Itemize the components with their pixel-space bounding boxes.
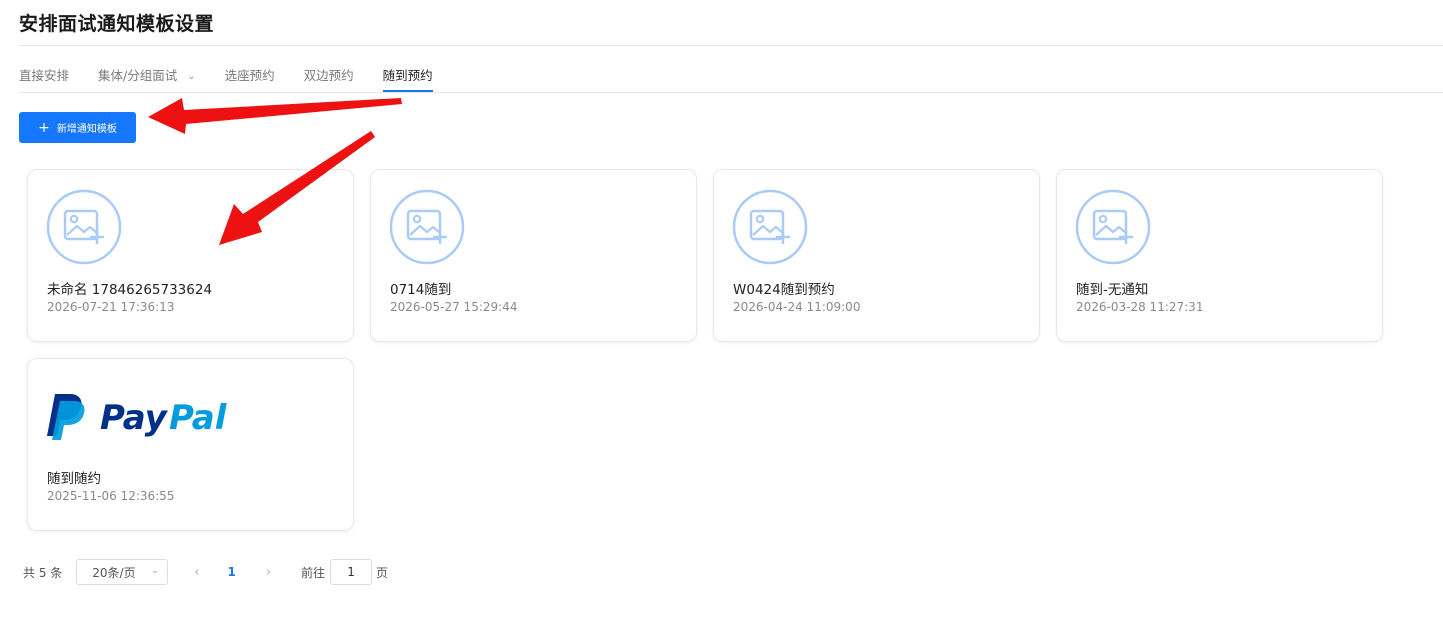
page-size-value: 20条/页	[92, 565, 136, 580]
paypal-logo: Pay Pal	[47, 394, 228, 440]
goto-label: 前往	[301, 565, 326, 580]
svg-text:Pal: Pal	[169, 398, 228, 438]
title-divider	[19, 45, 1443, 46]
tab-label: 随到预约	[382, 68, 433, 83]
tab-label: 直接安排	[19, 68, 70, 83]
pagination: 共 5 条 20条/页 ⌄ ‹ 1 › 前往 页	[23, 558, 388, 586]
template-name: 随到随约	[47, 471, 101, 487]
template-time: 2026-03-28 11:27:31	[1076, 300, 1204, 314]
prev-page-button[interactable]: ‹	[194, 565, 199, 580]
template-time: 2026-04-24 11:09:00	[733, 300, 861, 314]
template-card[interactable]: Pay Pal 随到随约 2025-11-06 12:36:55	[27, 358, 354, 531]
tab-bilateral-booking[interactable]: 双边预约	[304, 66, 354, 92]
template-name: 0714随到	[390, 282, 452, 298]
tab-label: 双边预约	[303, 68, 354, 83]
tab-direct-arrange[interactable]: 直接安排	[19, 66, 69, 92]
template-card[interactable]: W0424随到预约 2026-04-24 11:09:00	[713, 169, 1040, 342]
add-template-label: 新增通知模板	[56, 124, 117, 135]
annotation-arrow-icon	[148, 98, 402, 134]
template-card[interactable]: 未命名 17846265733624 2026-07-21 17:36:13	[27, 169, 354, 342]
chevron-down-icon: ⌄	[187, 71, 196, 82]
tab-label: 集体/分组面试	[98, 68, 178, 83]
tab-walk-in-booking[interactable]: 随到预约	[382, 66, 433, 92]
image-placeholder-icon	[1075, 189, 1151, 265]
tab-label: 选座预约	[224, 68, 275, 83]
goto-suffix: 页	[376, 565, 389, 580]
image-placeholder-icon	[46, 189, 122, 265]
chevron-down-icon: ⌄	[150, 565, 160, 576]
image-placeholder-icon	[389, 189, 465, 265]
template-time: 2025-11-06 12:36:55	[47, 489, 175, 503]
plus-icon: +	[38, 119, 50, 136]
image-placeholder-icon	[732, 189, 808, 265]
template-time: 2026-05-27 15:29:44	[390, 300, 518, 314]
template-time: 2026-07-21 17:36:13	[47, 300, 175, 314]
template-name: 随到-无通知	[1076, 282, 1149, 298]
next-page-button[interactable]: ›	[266, 565, 271, 580]
tab-seat-booking[interactable]: 选座预约	[225, 66, 275, 92]
total-count: 共 5 条	[23, 565, 63, 580]
goto-page-input[interactable]	[330, 559, 373, 585]
page-number-current[interactable]: 1	[227, 565, 235, 579]
page-title: 安排面试通知模板设置	[19, 13, 215, 35]
template-name: 未命名 17846265733624	[47, 282, 213, 298]
template-card[interactable]: 随到-无通知 2026-03-28 11:27:31	[1056, 169, 1383, 342]
add-template-button[interactable]: + 新增通知模板	[19, 112, 136, 143]
svg-text:Pay: Pay	[100, 398, 169, 438]
tab-bar: 直接安排 集体/分组面试 ⌄ 选座预约 双边预约 随到预约	[19, 66, 462, 92]
page-size-select[interactable]: 20条/页 ⌄	[76, 559, 169, 585]
tab-group-interview[interactable]: 集体/分组面试 ⌄	[98, 66, 196, 92]
template-name: W0424随到预约	[733, 282, 835, 298]
tabs-divider	[19, 92, 1443, 93]
page: 安排面试通知模板设置 直接安排 集体/分组面试 ⌄ 选座预约 双边预约 随到预约 …	[0, 0, 1443, 626]
template-card[interactable]: 0714随到 2026-05-27 15:29:44	[370, 169, 697, 342]
